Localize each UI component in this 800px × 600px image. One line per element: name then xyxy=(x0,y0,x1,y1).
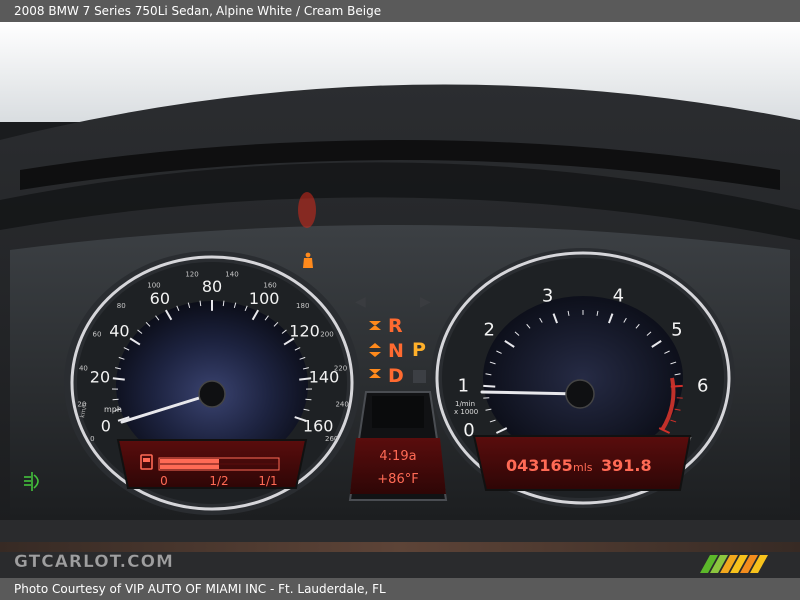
gear-d: D xyxy=(388,365,404,387)
rpm-label-5: 5 xyxy=(671,319,682,340)
bottom-credit-bar: Photo Courtesy of VIP AUTO OF MIAMI INC … xyxy=(0,578,800,600)
tachometer: 1234567 0 1/min x 1000 043165 mls 391.8 xyxy=(431,248,735,508)
trip-value: 391.8 xyxy=(601,456,652,475)
speedometer-tick xyxy=(222,300,225,307)
fuel-label-full: 1/1 xyxy=(258,474,277,488)
kmh-label-40: 40 xyxy=(79,364,88,372)
fuel-label-empty: 0 xyxy=(160,474,168,488)
watermark-text: GTCARLOT.COM xyxy=(14,552,174,573)
warning-led-glow xyxy=(298,192,316,228)
gear-r: R xyxy=(388,315,403,337)
tachometer-zero-label: 0 xyxy=(463,420,474,441)
fuel-display: 0 1/2 1/1 xyxy=(116,439,308,489)
rpm-label-3: 3 xyxy=(542,286,553,307)
instrument-cluster: 020406080100120140160 020406080100120 140… xyxy=(0,22,800,578)
color-label: Alpine White / Cream Beige xyxy=(216,4,382,18)
kmh-label-140: 140 xyxy=(225,270,238,278)
odometer-value: 043165 xyxy=(506,456,573,475)
mph-unit-label: mph xyxy=(104,405,122,414)
speedometer-tick xyxy=(305,398,312,401)
kmh-label-240: 240 xyxy=(335,400,348,408)
kmh-label-260: 260 xyxy=(325,435,338,443)
kmh-label-120: 120 xyxy=(185,270,198,278)
rpm-label-4: 4 xyxy=(613,286,624,307)
gear-park: P xyxy=(412,339,426,361)
odometer-unit: mls xyxy=(573,461,593,474)
speed-label-120: 120 xyxy=(289,321,320,340)
dashboard-photo: 0 20 40 60 80 100 120 140 160 0 20 40 60 80 100 120 140… xyxy=(0,22,800,578)
kmh-label-100: 100 xyxy=(147,281,160,289)
speedometer-tick xyxy=(112,398,119,401)
speedometer-tick xyxy=(199,300,202,307)
rpm-unit-line2: x 1000 xyxy=(454,408,478,416)
kmh-label-160: 160 xyxy=(263,281,276,289)
speedometer-tick xyxy=(112,377,125,381)
photo-credit: Photo Courtesy of VIP AUTO OF MIAMI INC … xyxy=(14,582,386,596)
kmh-label-0: 0 xyxy=(90,435,94,443)
rpm-label-2: 2 xyxy=(483,319,494,340)
kmh-label-180: 180 xyxy=(296,302,309,310)
kmh-label-60: 60 xyxy=(93,331,102,339)
top-caption-bar: 2008 BMW 7 Series 750Li Sedan, Alpine Wh… xyxy=(0,0,800,22)
kmh-label-220: 220 xyxy=(334,364,347,372)
tachometer-tick xyxy=(670,384,683,388)
rpm-unit-line1: 1/min xyxy=(455,400,475,408)
center-info-display: 4:19a +86°F xyxy=(348,391,448,501)
right-turn-arrow-icon: ▶ xyxy=(420,294,431,310)
left-turn-arrow-icon: ◀ xyxy=(355,294,366,310)
gear-n: N xyxy=(388,340,404,362)
clock-value: 4:19a xyxy=(379,449,416,464)
kmh-label-80: 80 xyxy=(117,302,126,310)
odometer-display: 043165 mls 391.8 xyxy=(472,435,692,491)
fuel-label-half: 1/2 xyxy=(209,474,228,488)
speed-label-40: 40 xyxy=(109,321,129,340)
outside-temperature: +86°F xyxy=(377,472,418,487)
rpm-label-1: 1 xyxy=(458,375,469,396)
tachometer-tick xyxy=(483,384,496,388)
rpm-label-6: 6 xyxy=(697,375,708,396)
gtcarlot-stripes-logo xyxy=(700,555,768,573)
car-title: 2008 BMW 7 Series 750Li Sedan, xyxy=(14,4,213,18)
speed-label-80: 80 xyxy=(202,277,222,296)
speed-label-60: 60 xyxy=(150,289,170,308)
gear-indicator-blank xyxy=(413,370,426,383)
speedometer: 020406080100120140160 020406080100120 140… xyxy=(64,251,360,515)
kmh-label-200: 200 xyxy=(320,331,333,339)
speed-label-160: 160 xyxy=(303,417,334,436)
speedometer-hub xyxy=(198,380,226,408)
speed-label-20: 20 xyxy=(90,367,110,386)
tachometer-hub xyxy=(565,379,595,409)
speed-label-0: 0 xyxy=(101,417,111,436)
speed-label-100: 100 xyxy=(249,289,280,308)
